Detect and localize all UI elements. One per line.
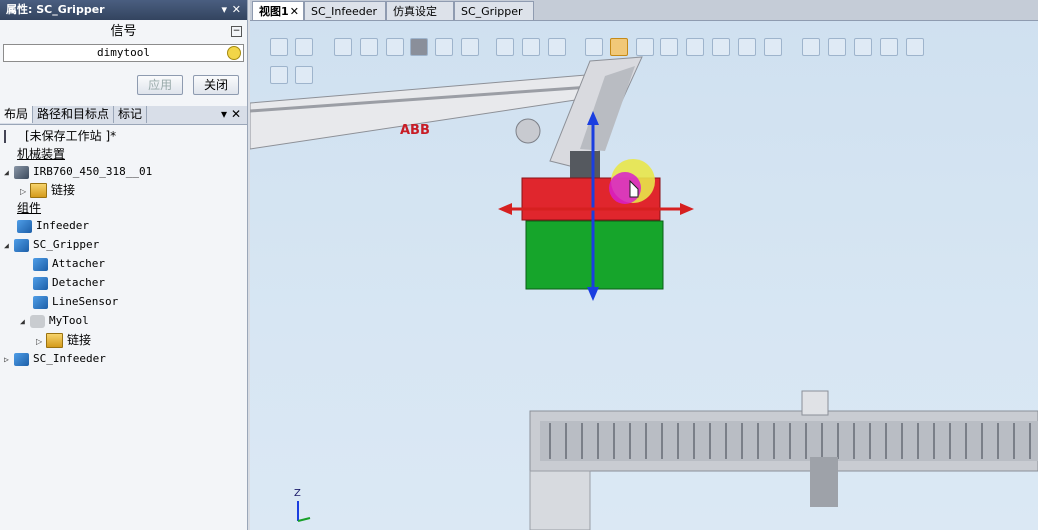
component-icon	[33, 276, 48, 290]
tree-robot[interactable]: ◢ IRB760_450_318__01	[4, 163, 152, 181]
robot-brand-label: ABB	[400, 123, 430, 138]
tree-sc-infeeder[interactable]: ▷ SC_Infeeder	[4, 350, 106, 368]
component-icon	[33, 295, 48, 309]
tree-station[interactable]: [未保存工作站 ]*	[4, 127, 116, 145]
conveyor	[529, 390, 1038, 530]
tree-mytool[interactable]: ◢ MyTool	[20, 312, 89, 330]
expanded-arrow-icon[interactable]: ◢	[4, 164, 14, 182]
pin-icon[interactable]: ▾	[221, 0, 227, 20]
station-icon	[4, 130, 21, 143]
tree-linesensor[interactable]: LineSensor	[33, 293, 118, 311]
layout-pin-icon[interactable]: ▾	[221, 107, 227, 121]
tab-view1[interactable]: 视图1 ✕	[252, 1, 304, 20]
signal-value-field[interactable]: dimytool	[3, 44, 244, 62]
component-icon	[17, 219, 32, 233]
tab-simulation-setup[interactable]: 仿真设定	[386, 1, 454, 20]
robot-arm: ABB	[250, 56, 643, 195]
tab-close-icon[interactable]: ✕	[290, 2, 299, 21]
tree-infeeder[interactable]: Infeeder	[17, 217, 89, 235]
smiley-icon	[227, 46, 241, 60]
scene-render: ABB Z	[250, 56, 1038, 530]
close-button[interactable]: 关闭	[193, 75, 239, 95]
apply-button[interactable]: 应用	[137, 75, 184, 95]
tool-icon	[30, 314, 45, 328]
tree-attacher[interactable]: Attacher	[33, 255, 105, 273]
signal-section-header: 信号 −	[0, 20, 247, 44]
layout-close-icon[interactable]: ✕	[231, 107, 241, 121]
tree-mytool-links[interactable]: ▷ 链接	[36, 331, 91, 349]
smart-component-icon	[14, 352, 29, 366]
3d-viewport[interactable]: 视图1 ✕ SC_Infeeder 仿真设定 SC_Gripper ABB Z	[250, 0, 1038, 530]
collapsed-arrow-icon[interactable]: ▷	[36, 333, 46, 351]
view-tabs: 视图1 ✕ SC_Infeeder 仿真设定 SC_Gripper	[250, 0, 1038, 21]
signal-section-title: 信号	[110, 24, 137, 39]
close-icon[interactable]: ✕	[232, 0, 241, 20]
layout-tabs: 布局 路径和目标点 标记 ▾ ✕	[0, 106, 247, 125]
folder-icon	[46, 333, 63, 348]
smart-component-icon	[14, 238, 29, 252]
expanded-arrow-icon[interactable]: ◢	[20, 313, 30, 331]
axis-z-label: Z	[294, 488, 301, 499]
properties-title-bar: 属性: SC_Gripper ▾ ✕	[0, 0, 247, 20]
tab-layout[interactable]: 布局	[0, 106, 34, 123]
robot-icon	[14, 165, 29, 179]
component-icon	[33, 257, 48, 271]
tab-sc-infeeder[interactable]: SC_Infeeder	[304, 1, 386, 20]
tree-mechanisms-header: 机械装置	[17, 147, 66, 161]
properties-title: 属性: SC_Gripper	[6, 3, 105, 16]
collapse-icon[interactable]: −	[231, 26, 242, 37]
expanded-arrow-icon[interactable]: ◢	[4, 237, 14, 255]
folder-icon	[30, 183, 47, 198]
collapsed-arrow-icon[interactable]: ▷	[4, 351, 14, 369]
properties-buttons: 应用 关闭	[131, 75, 239, 95]
tree-robot-links[interactable]: ▷ 链接	[20, 181, 75, 199]
tree-detacher[interactable]: Detacher	[33, 274, 105, 292]
left-panel: 属性: SC_Gripper ▾ ✕ 信号 − dimytool 应用 关闭 布…	[0, 0, 248, 530]
tree-sc-gripper[interactable]: ◢ SC_Gripper	[4, 236, 99, 254]
tab-sc-gripper[interactable]: SC_Gripper	[454, 1, 534, 20]
tab-tags[interactable]: 标记	[114, 106, 148, 123]
signal-value: dimytool	[97, 46, 150, 59]
axis-indicator: Z	[294, 488, 311, 522]
tab-paths-targets[interactable]: 路径和目标点	[33, 106, 115, 123]
tree-components-header: 组件	[17, 201, 42, 215]
